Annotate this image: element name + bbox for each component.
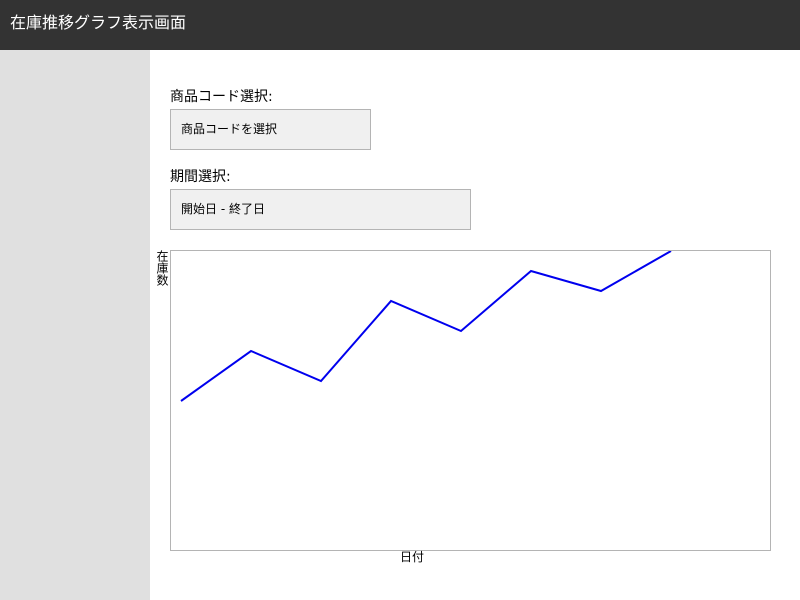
chart-x-axis-label: 日付: [399, 550, 424, 564]
main-panel: 商品コード選択: 商品コードを選択 期間選択: 開始日 - 終了日 在庫数 日付: [150, 50, 800, 600]
period-label: 期間選択:: [170, 169, 231, 185]
chart-plot-area: [180, 251, 672, 402]
window-title: 在庫推移グラフ表示画面: [10, 13, 187, 32]
inventory-series-line: [180, 251, 672, 402]
product-code-label: 商品コード選択:: [170, 89, 273, 105]
window-titlebar: 在庫推移グラフ表示画面: [0, 0, 800, 50]
chart-x-axis-label-wrap: 日付: [150, 548, 800, 565]
product-code-select[interactable]: 商品コードを選択: [170, 109, 371, 150]
chart-y-axis-label: 在庫数: [155, 250, 169, 286]
inventory-chart: [170, 250, 771, 551]
sidebar: [0, 50, 150, 600]
period-select[interactable]: 開始日 - 終了日: [170, 189, 471, 230]
